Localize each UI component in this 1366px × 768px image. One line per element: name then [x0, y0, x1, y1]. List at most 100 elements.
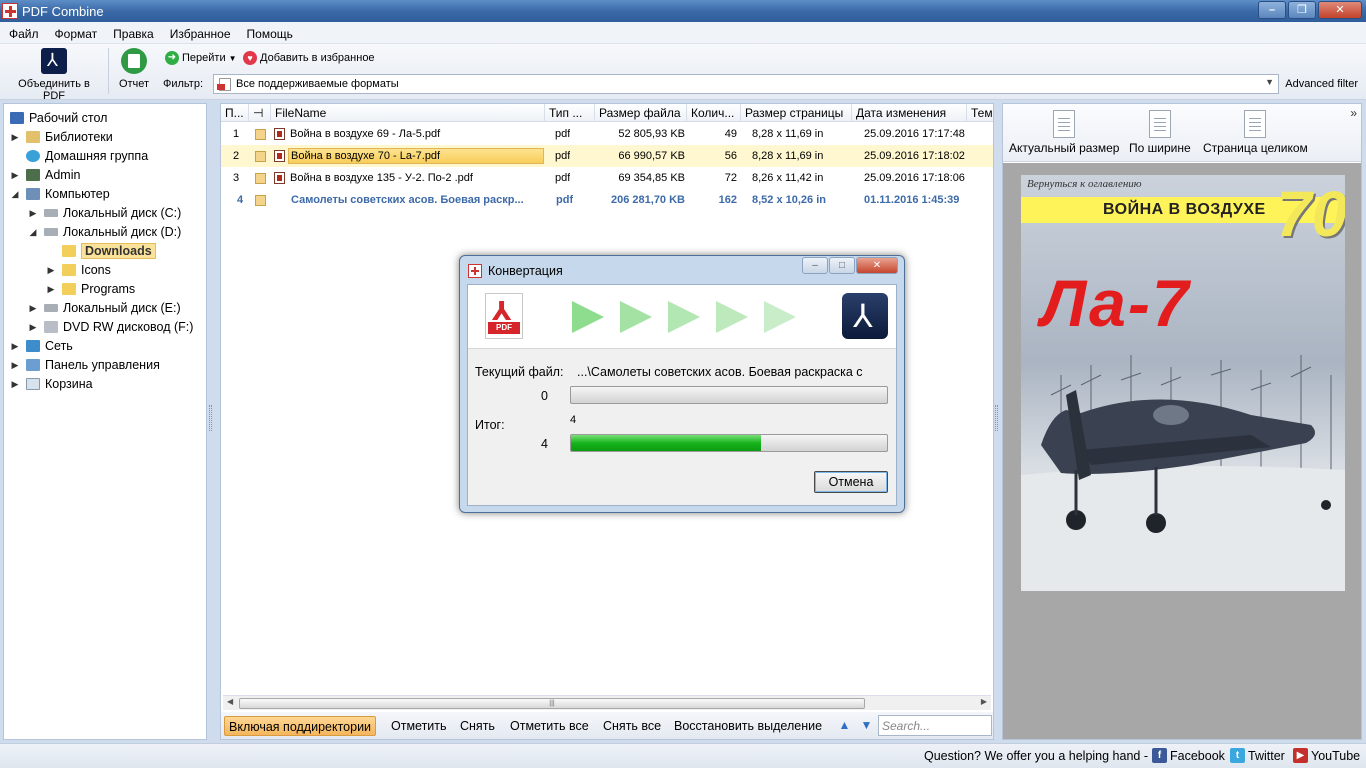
menu-help[interactable]: Помощь: [238, 22, 300, 41]
whole-page-button[interactable]: Страница целиком: [1203, 110, 1308, 155]
maximize-button[interactable]: ❐: [1288, 1, 1316, 19]
homegroup-icon: [26, 150, 40, 162]
tree-item-homegroup[interactable]: Домашняя группа: [10, 147, 148, 165]
twitter-link[interactable]: t Twitter: [1230, 748, 1285, 763]
file-size: 52 805,93 KB: [618, 128, 685, 140]
col-header-subject[interactable]: Тем: [967, 104, 993, 122]
go-button[interactable]: ➜ Перейти ▼: [165, 51, 237, 65]
facebook-label: Facebook: [1170, 748, 1225, 763]
row-checkbox[interactable]: [255, 173, 266, 184]
more-options-icon[interactable]: »: [1350, 106, 1357, 120]
tree-item-desktop[interactable]: Рабочий стол: [10, 109, 107, 127]
tree-item-disk-c[interactable]: ▶ Локальный диск (C:): [28, 204, 182, 222]
add-favorite-button[interactable]: ♥ Добавить в избранное: [243, 51, 375, 65]
col-header-filename[interactable]: FileName: [271, 104, 545, 122]
expand-arrow-icon[interactable]: ▶: [46, 284, 56, 295]
tree-item-network[interactable]: ▶ Сеть: [10, 337, 73, 355]
close-button[interactable]: ✕: [1318, 1, 1362, 19]
actual-size-button[interactable]: Актуальный размер: [1009, 110, 1119, 155]
expand-arrow-icon[interactable]: ▶: [10, 132, 20, 143]
mark-button[interactable]: Отметить: [387, 716, 451, 736]
fit-width-button[interactable]: По ширине: [1129, 110, 1191, 155]
tree-item-programs[interactable]: ▶ Programs: [46, 280, 136, 298]
expand-arrow-icon[interactable]: ▶: [10, 341, 20, 352]
search-input[interactable]: Search...: [878, 715, 992, 736]
page-count: 162: [718, 194, 737, 206]
total-count-top: 4: [570, 414, 577, 426]
unmark-button[interactable]: Снять: [456, 716, 499, 736]
dialog-minimize-button[interactable]: –: [802, 257, 828, 274]
tree-item-disk-e[interactable]: ▶ Локальный диск (E:): [28, 299, 181, 317]
advanced-filter-link[interactable]: Advanced filter: [1285, 78, 1358, 90]
col-header-type[interactable]: Тип ...: [545, 104, 595, 122]
move-up-icon[interactable]: ▲: [838, 719, 851, 732]
control-panel-icon: [26, 359, 40, 371]
dvd-icon: [44, 321, 58, 333]
scroll-left-icon[interactable]: ◀: [227, 697, 233, 706]
tree-item-disk-d[interactable]: ◢ Локальный диск (D:): [28, 223, 182, 241]
expand-arrow-icon[interactable]: ▶: [28, 208, 38, 219]
combine-pdf-button[interactable]: Объединить в PDF: [6, 48, 102, 102]
table-row-selected[interactable]: 2 Война в воздухе 70 - La-7.pdf pdf 66 9…: [221, 145, 993, 167]
tree-label: Компьютер: [45, 187, 110, 201]
expand-arrow-icon[interactable]: ▶: [46, 265, 56, 276]
tree-item-computer[interactable]: ◢ Компьютер: [10, 185, 110, 203]
scrollbar-thumb[interactable]: |||: [239, 698, 865, 709]
dialog-maximize-button[interactable]: □: [829, 257, 855, 274]
tree-item-recycle-bin[interactable]: ▶ Корзина: [10, 375, 93, 393]
right-splitter[interactable]: [995, 405, 998, 431]
menu-format[interactable]: Формат: [46, 22, 105, 41]
collapse-arrow-icon[interactable]: ◢: [10, 189, 20, 200]
include-subdirs-toggle[interactable]: Включая поддиректории: [224, 716, 377, 736]
row-checkbox[interactable]: [255, 151, 266, 162]
aircraft-illustration: [1021, 355, 1345, 591]
pdf-file-icon: [274, 128, 285, 140]
horizontal-scrollbar[interactable]: ◀ ||| ▶: [223, 695, 991, 710]
expand-arrow-icon[interactable]: ▶: [28, 303, 38, 314]
menu-edit[interactable]: Правка: [104, 22, 161, 41]
cancel-button[interactable]: Отмена: [814, 471, 888, 493]
row-checkbox[interactable]: [255, 129, 266, 140]
table-row[interactable]: 3 Война в воздухе 135 - У-2. По-2 .pdf p…: [221, 167, 993, 189]
facebook-link[interactable]: f Facebook: [1152, 748, 1225, 763]
minimize-button[interactable]: –: [1258, 1, 1286, 19]
col-header-position[interactable]: П...: [221, 104, 249, 122]
collapse-arrow-icon[interactable]: ◢: [28, 227, 38, 238]
mark-all-button[interactable]: Отметить все: [506, 716, 593, 736]
col-header-page-size[interactable]: Размер страницы: [741, 104, 852, 122]
col-header-size[interactable]: Размер файла: [595, 104, 687, 122]
tree-item-libraries[interactable]: ▶ Библиотеки: [10, 128, 113, 146]
expand-arrow-icon[interactable]: ▶: [10, 170, 20, 181]
unmark-all-button[interactable]: Снять все: [599, 716, 665, 736]
filter-value: Все поддерживаемые форматы: [236, 78, 399, 90]
actual-size-label: Актуальный размер: [1009, 141, 1120, 155]
col-header-date[interactable]: Дата изменения: [852, 104, 967, 122]
col-header-pin[interactable]: ⊣: [249, 104, 271, 122]
dropdown-arrow-icon[interactable]: ▼: [1265, 77, 1274, 87]
left-splitter[interactable]: [209, 405, 212, 431]
youtube-link[interactable]: ▶ YouTube: [1293, 748, 1360, 763]
report-button[interactable]: Отчет: [114, 48, 154, 90]
tree-item-icons[interactable]: ▶ Icons: [46, 261, 111, 279]
row-checkbox[interactable]: [255, 195, 266, 206]
tree-item-downloads[interactable]: Downloads: [46, 242, 156, 260]
filter-select[interactable]: Все поддерживаемые форматы ▼: [213, 74, 1279, 94]
col-header-pages[interactable]: Колич...: [687, 104, 741, 122]
table-row[interactable]: 1 Война в воздухе 69 - Ла-5.pdf pdf 52 8…: [221, 123, 993, 145]
expand-arrow-icon[interactable]: ▶: [28, 322, 38, 333]
expand-arrow-icon[interactable]: ▶: [10, 360, 20, 371]
toc-link[interactable]: Вернуться к оглавлению: [1027, 178, 1142, 190]
expand-arrow-icon[interactable]: ▶: [10, 379, 20, 390]
scroll-right-icon[interactable]: ▶: [981, 697, 987, 706]
menu-favorites[interactable]: Избранное: [161, 22, 238, 41]
cover-issue-number: 70: [1276, 178, 1345, 250]
whole-page-label: Страница целиком: [1203, 141, 1308, 155]
menu-file[interactable]: Файл: [0, 22, 46, 41]
tree-item-admin[interactable]: ▶ Admin: [10, 166, 81, 184]
dialog-close-button[interactable]: ✕: [856, 257, 898, 274]
restore-selection-button[interactable]: Восстановить выделение: [670, 716, 826, 736]
tree-item-dvd[interactable]: ▶ DVD RW дисковод (F:): [28, 318, 194, 336]
move-down-icon[interactable]: ▼: [860, 719, 873, 732]
tree-item-control-panel[interactable]: ▶ Панель управления: [10, 356, 160, 374]
table-row[interactable]: 4 Самолеты советских асов. Боевая раскр.…: [221, 189, 993, 211]
